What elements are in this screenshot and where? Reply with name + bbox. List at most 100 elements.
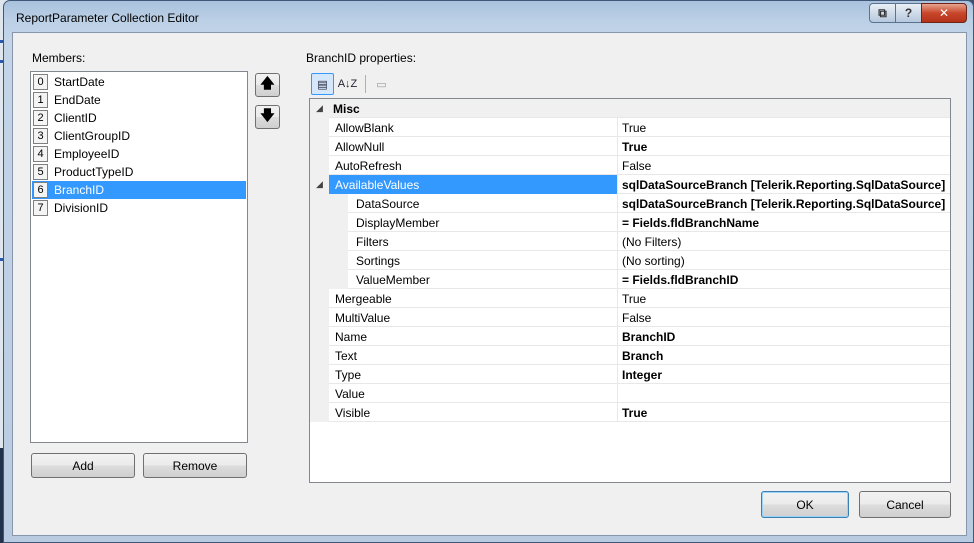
property-row-name[interactable]: Name BranchID (310, 327, 950, 346)
property-row-datasource[interactable]: DataSource sqlDataSourceBranch [Telerik.… (310, 194, 950, 213)
row-indent (329, 232, 348, 251)
property-value[interactable]: (No Filters) (617, 232, 950, 251)
property-value[interactable]: False (617, 308, 950, 327)
row-margin (310, 213, 329, 232)
property-row-mergeable[interactable]: Mergeable True (310, 289, 950, 308)
categorized-icon[interactable]: ▤ (311, 73, 334, 95)
category-row-misc[interactable]: ◢ Misc (310, 99, 950, 118)
remove-button[interactable]: Remove (143, 453, 247, 478)
window-title: ReportParameter Collection Editor (16, 11, 199, 25)
row-margin (310, 346, 329, 365)
property-row-autorefresh[interactable]: AutoRefresh False (310, 156, 950, 175)
row-margin (310, 156, 329, 175)
row-margin (310, 365, 329, 384)
property-name: AutoRefresh (335, 158, 402, 173)
cancel-button[interactable]: Cancel (859, 491, 951, 518)
property-row-allownull[interactable]: AllowNull True (310, 137, 950, 156)
member-item-employeeid[interactable]: 4 EmployeeID (32, 145, 246, 163)
property-name-text: ValueMember (356, 272, 430, 287)
member-item-divisionid[interactable]: 7 DivisionID (32, 199, 246, 217)
property-value[interactable]: Branch (617, 346, 950, 365)
member-index: 5 (33, 164, 48, 180)
property-row-sortings[interactable]: Sortings (No sorting) (310, 251, 950, 270)
property-row-displaymember[interactable]: DisplayMember = Fields.fldBranchName (310, 213, 950, 232)
property-row-type[interactable]: Type Integer (310, 365, 950, 384)
caption-buttons: ⧉ ? ✕ (869, 3, 967, 23)
row-margin (310, 270, 329, 289)
member-label: ProductTypeID (54, 165, 134, 179)
member-label: ClientID (54, 111, 97, 125)
property-value[interactable]: True (617, 137, 950, 156)
property-name: Name (335, 329, 368, 344)
member-item-producttypeid[interactable]: 5 ProductTypeID (32, 163, 246, 181)
members-label: Members: (32, 51, 86, 65)
property-value[interactable]: True (617, 118, 950, 137)
property-name: AllowBlank (335, 120, 394, 135)
property-value[interactable]: sqlDataSourceBranch [Telerik.Reporting.S… (617, 194, 950, 213)
member-item-startdate[interactable]: 0 StartDate (32, 73, 246, 91)
member-item-branchid[interactable]: 6 BranchID (32, 181, 246, 199)
property-row-visible[interactable]: Visible True (310, 403, 950, 422)
property-name-text: Sortings (356, 253, 401, 268)
property-value[interactable]: False (617, 156, 950, 175)
row-margin (310, 403, 329, 422)
row-margin (310, 251, 329, 270)
row-margin (310, 384, 329, 403)
property-row-availablevalues[interactable]: ◢ AvailableValues sqlDataSourceBranch [T… (310, 175, 950, 194)
property-name: Filters (329, 232, 617, 251)
property-row-filters[interactable]: Filters (No Filters) (310, 232, 950, 251)
add-button[interactable]: Add (31, 453, 135, 478)
property-value[interactable]: BranchID (617, 327, 950, 346)
property-grid[interactable]: ◢ Misc AllowBlank True AllowNull True Au… (309, 98, 951, 483)
row-margin (310, 232, 329, 251)
property-value[interactable]: = Fields.fldBranchName (617, 213, 950, 232)
category-name: Misc (333, 101, 360, 116)
property-name: Mergeable (335, 291, 392, 306)
property-value[interactable]: = Fields.fldBranchID (617, 270, 950, 289)
member-label: EndDate (54, 93, 101, 107)
member-index: 7 (33, 200, 48, 216)
row-margin (310, 289, 329, 308)
close-icon[interactable]: ✕ (921, 3, 967, 23)
property-name: MultiValue (335, 310, 391, 325)
member-index: 3 (33, 128, 48, 144)
ok-button[interactable]: OK (761, 491, 849, 518)
property-value[interactable] (617, 384, 950, 403)
property-row-valuemember[interactable]: ValueMember = Fields.fldBranchID (310, 270, 950, 289)
member-label: StartDate (54, 75, 105, 89)
row-indent (329, 194, 348, 213)
property-name-text: Filters (356, 234, 389, 249)
property-name: Value (335, 386, 365, 401)
property-row-multivalue[interactable]: MultiValue False (310, 308, 950, 327)
collection-editor-dialog: ReportParameter Collection Editor ⧉ ? ✕ … (3, 0, 974, 543)
property-value[interactable]: True (617, 289, 950, 308)
members-list[interactable]: 0 StartDate 1 EndDate 2 ClientID 3 Clien… (30, 71, 248, 443)
member-item-enddate[interactable]: 1 EndDate (32, 91, 246, 109)
property-row-allowblank[interactable]: AllowBlank True (310, 118, 950, 137)
property-row-value[interactable]: Value (310, 384, 950, 403)
help-icon[interactable]: ? (895, 3, 922, 23)
move-down-button[interactable]: 🡇 (255, 105, 280, 129)
dialog-client-area: Members: 0 StartDate 1 EndDate 2 ClientI… (12, 32, 967, 536)
member-index: 0 (33, 74, 48, 90)
move-up-button[interactable]: 🡅 (255, 73, 280, 97)
property-name: DataSource (329, 194, 617, 213)
property-pages-icon[interactable]: ▭ (370, 73, 393, 95)
property-value[interactable]: Integer (617, 365, 950, 384)
property-value[interactable]: sqlDataSourceBranch [Telerik.Reporting.S… (617, 175, 950, 194)
collapse-icon[interactable]: ◢ (310, 99, 329, 118)
member-index: 6 (33, 182, 48, 198)
property-name: AllowNull (335, 139, 385, 154)
row-margin (310, 118, 329, 137)
row-indent (329, 251, 348, 270)
property-row-text[interactable]: Text Branch (310, 346, 950, 365)
property-value[interactable]: True (617, 403, 950, 422)
row-indent (329, 213, 348, 232)
member-item-clientid[interactable]: 2 ClientID (32, 109, 246, 127)
property-value[interactable]: (No sorting) (617, 251, 950, 270)
restore-icon[interactable]: ⧉ (869, 3, 896, 23)
row-margin (310, 327, 329, 346)
alphabetical-icon[interactable]: A↓Z (336, 73, 359, 95)
member-item-clientgroupid[interactable]: 3 ClientGroupID (32, 127, 246, 145)
expand-icon[interactable]: ◢ (310, 175, 329, 194)
